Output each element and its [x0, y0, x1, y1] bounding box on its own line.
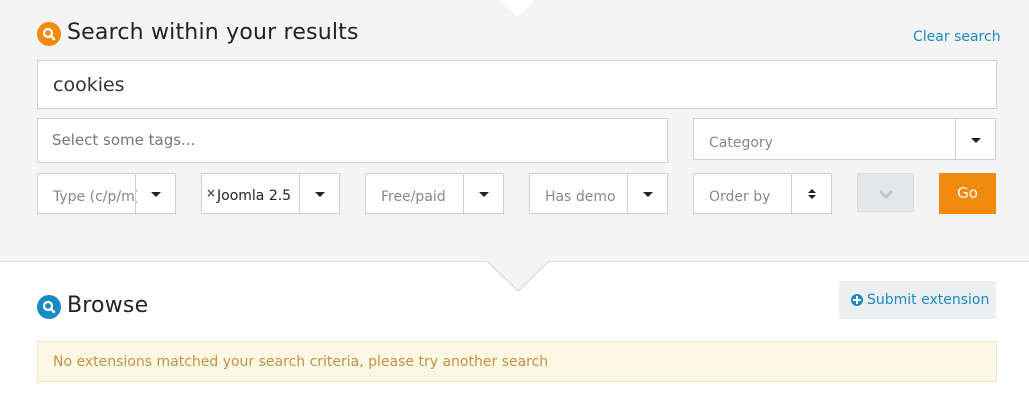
search-icon	[37, 22, 61, 46]
plus-circle-icon	[851, 294, 863, 306]
has-demo-label: Has demo	[545, 189, 616, 205]
search-field[interactable]	[37, 60, 997, 109]
caret-down-icon	[479, 192, 489, 197]
caret-down-icon	[643, 192, 653, 197]
browse-heading: Browse	[67, 293, 149, 318]
order-by-select[interactable]: Order by	[693, 173, 832, 214]
caret-down-icon	[151, 192, 161, 197]
tags-placeholder: Select some tags...	[52, 131, 196, 149]
has-demo-dropdown-toggle[interactable]	[627, 174, 667, 213]
free-paid-label: Free/paid	[381, 189, 446, 205]
has-demo-select[interactable]: Has demo	[529, 173, 668, 214]
order-by-label: Order by	[709, 189, 771, 205]
chevron-down-icon	[878, 189, 894, 200]
submit-extension-label: Submit extension	[867, 292, 990, 308]
expand-filters-button[interactable]	[857, 173, 914, 212]
type-dropdown-toggle[interactable]	[135, 174, 175, 213]
search-icon	[37, 295, 61, 319]
no-results-alert: No extensions matched your search criter…	[37, 341, 997, 382]
order-by-dropdown-toggle[interactable]	[791, 174, 831, 213]
category-dropdown-toggle[interactable]	[955, 119, 995, 159]
caret-down-icon	[971, 138, 981, 143]
category-label: Category	[709, 135, 773, 151]
search-heading: Search within your results	[67, 20, 359, 45]
alert-message: No extensions matched your search criter…	[53, 354, 549, 370]
submit-extension-button[interactable]: Submit extension	[839, 281, 996, 319]
search-input[interactable]	[38, 61, 953, 108]
remove-chip-icon[interactable]: ×	[206, 186, 216, 200]
caret-down-icon	[315, 192, 325, 197]
version-select[interactable]: × Joomla 2.5	[201, 173, 340, 214]
version-chip: Joomla 2.5	[217, 188, 292, 204]
go-button[interactable]: Go	[939, 173, 996, 214]
type-label: Type (c/p/m)	[53, 189, 137, 205]
version-dropdown-toggle[interactable]	[299, 174, 339, 213]
clear-search-link[interactable]: Clear search	[913, 29, 1001, 45]
free-paid-select[interactable]: Free/paid	[365, 173, 504, 214]
top-notch	[499, 0, 535, 17]
category-select[interactable]: Category	[693, 118, 996, 160]
type-select[interactable]: Type (c/p/m)	[37, 173, 176, 214]
section-notch	[487, 260, 549, 290]
tags-select[interactable]: Select some tags...	[37, 118, 668, 163]
free-paid-dropdown-toggle[interactable]	[463, 174, 503, 213]
